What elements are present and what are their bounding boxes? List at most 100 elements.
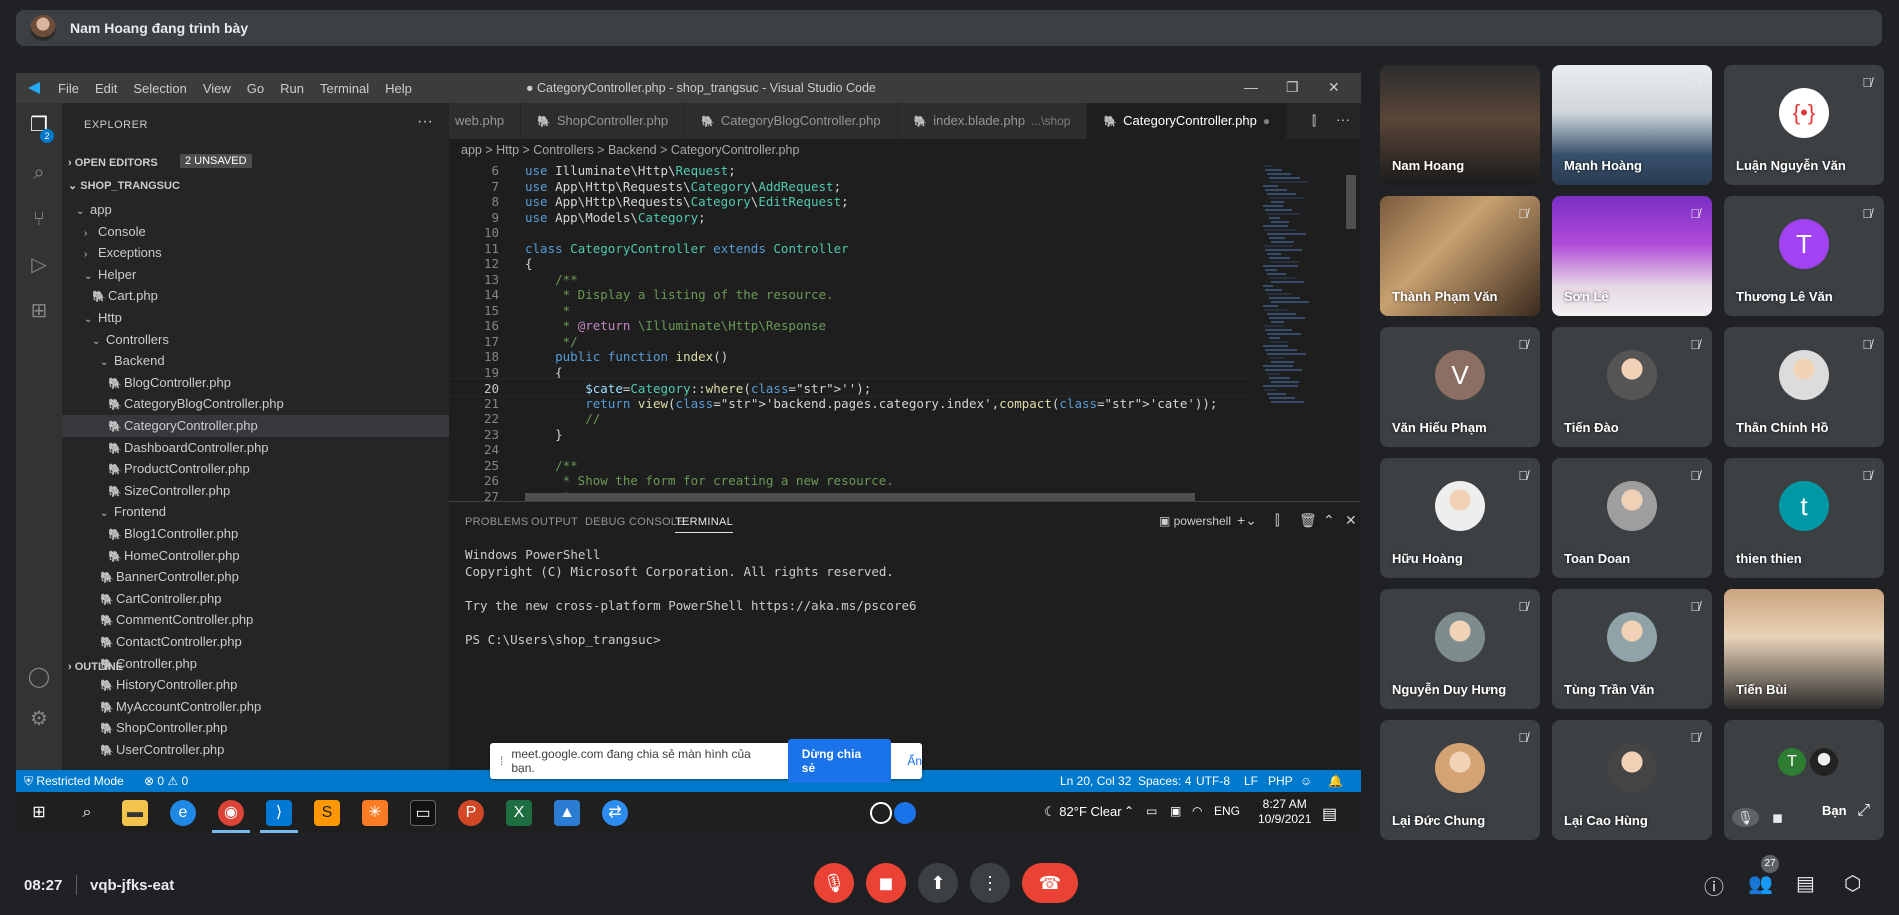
menu-run[interactable]: Run: [280, 81, 304, 96]
camera-off-icon[interactable]: ◼: [1772, 810, 1783, 825]
menu-help[interactable]: Help: [385, 81, 412, 96]
menu-go[interactable]: Go: [247, 81, 264, 96]
edge-icon[interactable]: e: [170, 800, 196, 826]
participant-tile[interactable]: 🎙̸ Thành Phạm Văn: [1380, 196, 1540, 316]
taskbar-clock[interactable]: 8:27 AM 10/9/2021: [1258, 797, 1311, 827]
tree-file[interactable]: 🐘 Blog1Controller.php: [62, 523, 449, 545]
editor-more-icon[interactable]: ···: [1336, 111, 1350, 127]
minimap[interactable]: [1259, 161, 1339, 501]
split-terminal-icon[interactable]: ⫿: [1275, 512, 1279, 529]
restricted-mode[interactable]: ⛨ Restricted Mode: [16, 770, 132, 792]
participant-tile[interactable]: 🎙̸ Thân Chính Hồ: [1724, 327, 1884, 447]
close-panel-icon[interactable]: ✕: [1345, 512, 1357, 529]
stop-sharing-button[interactable]: Dừng chia sẻ: [787, 739, 892, 783]
weather-widget[interactable]: ☾ 82°F Clear: [1044, 804, 1122, 820]
people-icon[interactable]: 👥: [1748, 871, 1773, 896]
maximize-panel-icon[interactable]: ⌃: [1323, 512, 1335, 529]
windows-start-icon[interactable]: ⊞: [26, 800, 52, 826]
line-ending[interactable]: LF: [1244, 770, 1258, 792]
feedback-icon[interactable]: ☺: [1300, 770, 1312, 792]
chat-icon[interactable]: ▤: [1796, 871, 1815, 896]
tree-folder[interactable]: › Console: [62, 221, 449, 243]
tray-overflow-icon[interactable]: ⌃: [1124, 804, 1134, 818]
tree-file[interactable]: 🐘 BlogController.php: [62, 372, 449, 394]
extensions-icon[interactable]: ⊞: [27, 299, 51, 323]
meeting-code[interactable]: vqb-jfks-eat: [90, 877, 174, 894]
tree-file[interactable]: 🐘 SizeController.php: [62, 480, 449, 502]
excel-icon[interactable]: X: [506, 800, 532, 826]
minimize-icon[interactable]: —: [1244, 79, 1258, 95]
editor-tab[interactable]: 🐘 CategoryBlogController.php: [685, 103, 898, 139]
trash-icon[interactable]: 🗑: [1299, 512, 1317, 529]
participant-tile[interactable]: V 🎙̸ Văn Hiếu Phạm: [1380, 327, 1540, 447]
wifi-icon[interactable]: ◠: [1192, 804, 1202, 818]
tree-file[interactable]: 🐘 DashboardController.php: [62, 437, 449, 459]
tree-file[interactable]: 🐘 HistoryController.php: [62, 674, 449, 696]
restore-icon[interactable]: ❐: [1286, 79, 1299, 96]
vertical-scrollbar[interactable]: [1344, 161, 1356, 501]
cursor-position[interactable]: Ln 20, Col 32: [1060, 770, 1131, 792]
drag-handle-icon[interactable]: ⁞: [500, 754, 503, 768]
close-icon[interactable]: ✕: [1328, 79, 1340, 96]
editor-tab[interactable]: 🐘 index.blade.php ...\shop: [897, 103, 1088, 139]
code-editor[interactable]: 6 use Illuminate\Http\Request; 7 use App\Ht…: [449, 161, 1259, 535]
tree-folder[interactable]: › Exceptions: [62, 242, 449, 264]
xampp-icon[interactable]: ✳: [362, 800, 388, 826]
menu-terminal[interactable]: Terminal: [320, 81, 369, 96]
tree-file[interactable]: 🐘 BannerController.php: [62, 566, 449, 588]
battery-icon[interactable]: ▭: [1146, 804, 1157, 818]
tree-file[interactable]: 🐘 Cart.php: [62, 285, 449, 307]
source-control-icon[interactable]: ⑂: [27, 207, 51, 231]
indentation[interactable]: Spaces: 4: [1138, 770, 1191, 792]
language-mode[interactable]: PHP: [1268, 770, 1293, 792]
present-screen-button[interactable]: ⬆: [918, 863, 958, 903]
powerpoint-icon[interactable]: P: [458, 800, 484, 826]
participant-tile[interactable]: 🎙̸ Toan Doan: [1552, 458, 1712, 578]
teamviewer-icon[interactable]: ⇄: [602, 800, 628, 826]
outline-section[interactable]: › OUTLINE: [68, 661, 123, 673]
participant-tile[interactable]: Nam Hoang: [1380, 65, 1540, 185]
tree-file[interactable]: 🐘 CategoryBlogController.php: [62, 393, 449, 415]
terminal-taskbar-icon[interactable]: ▭: [410, 800, 436, 826]
action-center-icon[interactable]: ▤: [1322, 804, 1337, 824]
end-call-button[interactable]: ☎: [1022, 863, 1078, 903]
participant-tile[interactable]: 🎙̸ Mạnh Hoàng: [1552, 65, 1712, 185]
tree-folder[interactable]: ⌄ Helper: [62, 264, 449, 286]
menu-file[interactable]: File: [58, 81, 79, 96]
tree-file[interactable]: 🐘 CategoryController.php: [62, 415, 449, 437]
editor-tab[interactable]: 🐘 CategoryController.php ●: [1087, 103, 1288, 139]
account-icon[interactable]: ◯: [27, 665, 51, 689]
project-section[interactable]: ⌄ SHOP_TRANGSUC: [68, 179, 180, 192]
terminal-shell-selector[interactable]: ▣ powershell: [1159, 514, 1231, 528]
tree-file[interactable]: 🐘 MyAccountController.php: [62, 696, 449, 718]
more-options-button[interactable]: ⋮: [970, 863, 1010, 903]
tree-file[interactable]: 🐘 CommentController.php: [62, 609, 449, 631]
participant-tile[interactable]: 🎙̸ Tùng Trần Văn: [1552, 589, 1712, 709]
run-debug-icon[interactable]: ▷: [27, 253, 51, 277]
tree-folder[interactable]: ⌄ Backend: [62, 350, 449, 372]
tab-output[interactable]: OUTPUT: [531, 516, 578, 528]
taskbar-search-icon[interactable]: ⌕: [74, 800, 100, 826]
activities-icon[interactable]: ⬡: [1844, 871, 1861, 896]
sublime-icon[interactable]: S: [314, 800, 340, 826]
participant-tile[interactable]: T 🎙̸ Thương Lê Văn: [1724, 196, 1884, 316]
file-explorer-icon[interactable]: ▬: [122, 800, 148, 826]
participant-tile[interactable]: T 🎙 ◼ Bạn ⤢: [1724, 720, 1884, 840]
participant-tile[interactable]: {•} 🎙̸ Luận Nguyễn Văn: [1724, 65, 1884, 185]
menu-view[interactable]: View: [203, 81, 231, 96]
tab-problems[interactable]: PROBLEMS: [465, 516, 529, 528]
notifications-bell-icon[interactable]: 🔔: [1328, 770, 1343, 792]
tree-file[interactable]: 🐘 ContactController.php: [62, 631, 449, 653]
mic-off-icon[interactable]: 🎙: [1732, 808, 1759, 827]
hide-notice-button[interactable]: Ẩn: [907, 754, 922, 768]
new-terminal-icon[interactable]: +⌄: [1237, 512, 1257, 529]
menu-edit[interactable]: Edit: [95, 81, 117, 96]
more-actions-icon[interactable]: ···: [417, 113, 433, 131]
tab-terminal[interactable]: TERMINAL: [675, 516, 734, 533]
problems-count[interactable]: ⊗ 0 ⚠ 0: [144, 770, 188, 792]
settings-gear-icon[interactable]: ⚙: [27, 707, 51, 731]
meeting-details-icon[interactable]: ⓘ: [1704, 871, 1724, 900]
tree-file[interactable]: 🐘 CartController.php: [62, 588, 449, 610]
participant-tile[interactable]: 🎙̸ Hữu Hoàng: [1380, 458, 1540, 578]
camera-off-button[interactable]: ◼: [866, 863, 906, 903]
